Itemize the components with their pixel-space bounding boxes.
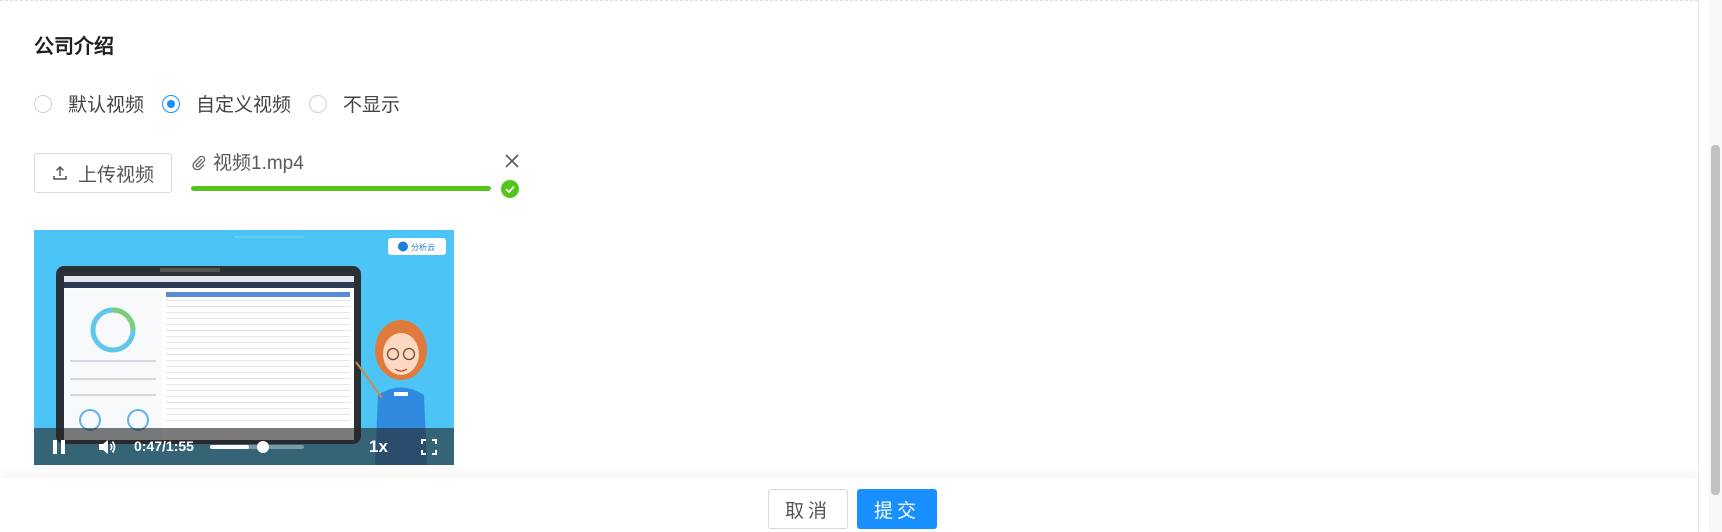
radio-circle[interactable]: [34, 94, 52, 113]
close-icon[interactable]: [503, 152, 521, 170]
upload-progress: [191, 186, 491, 191]
radio-circle[interactable]: [309, 94, 328, 113]
upload-video-button[interactable]: 上传视频: [34, 153, 172, 193]
top-divider: [0, 0, 1698, 1]
section-title: 公司介绍: [34, 36, 114, 58]
scrollbar-thumb[interactable]: [1711, 145, 1720, 495]
file-name: 视频1.mp4: [213, 153, 304, 174]
submit-button[interactable]: 提交: [857, 489, 937, 529]
paperclip-icon: [192, 155, 206, 170]
form-footer: 取消 提交: [0, 478, 1698, 532]
upload-icon: [53, 165, 67, 180]
video-player[interactable]: 分析云 0:47/1:55 1x: [34, 230, 454, 465]
volume-icon[interactable]: [97, 437, 117, 457]
pause-icon[interactable]: [50, 438, 68, 456]
radio-label: 默认视频: [68, 95, 145, 116]
radio-label: 不显示: [343, 95, 401, 116]
file-name-row[interactable]: 视频1.mp4: [191, 148, 304, 175]
check-circle-icon: [501, 180, 519, 198]
upload-progress-fill: [191, 186, 491, 191]
content-edge: [1698, 0, 1699, 532]
radio-custom-video[interactable]: 自定义视频: [162, 90, 291, 117]
seek-bar-played: [210, 445, 249, 449]
uploaded-file-item: 视频1.mp4: [191, 148, 521, 200]
radio-label: 自定义视频: [196, 95, 292, 116]
radio-hide-video[interactable]: 不显示: [309, 90, 400, 117]
cancel-button[interactable]: 取消: [768, 489, 848, 529]
fullscreen-icon[interactable]: [420, 438, 438, 456]
video-control-bar: 0:47/1:55 1x: [34, 428, 454, 465]
upload-button-label: 上传视频: [77, 164, 154, 186]
seek-handle[interactable]: [257, 441, 269, 453]
radio-default-video[interactable]: 默认视频: [34, 90, 144, 117]
playback-speed-button[interactable]: 1x: [369, 437, 388, 457]
brand-tag: 分析云: [411, 242, 435, 252]
time-display: 0:47/1:55: [134, 438, 194, 454]
radio-circle[interactable]: [162, 94, 181, 113]
video-option-group: 默认视频 自定义视频 不显示: [34, 90, 418, 117]
